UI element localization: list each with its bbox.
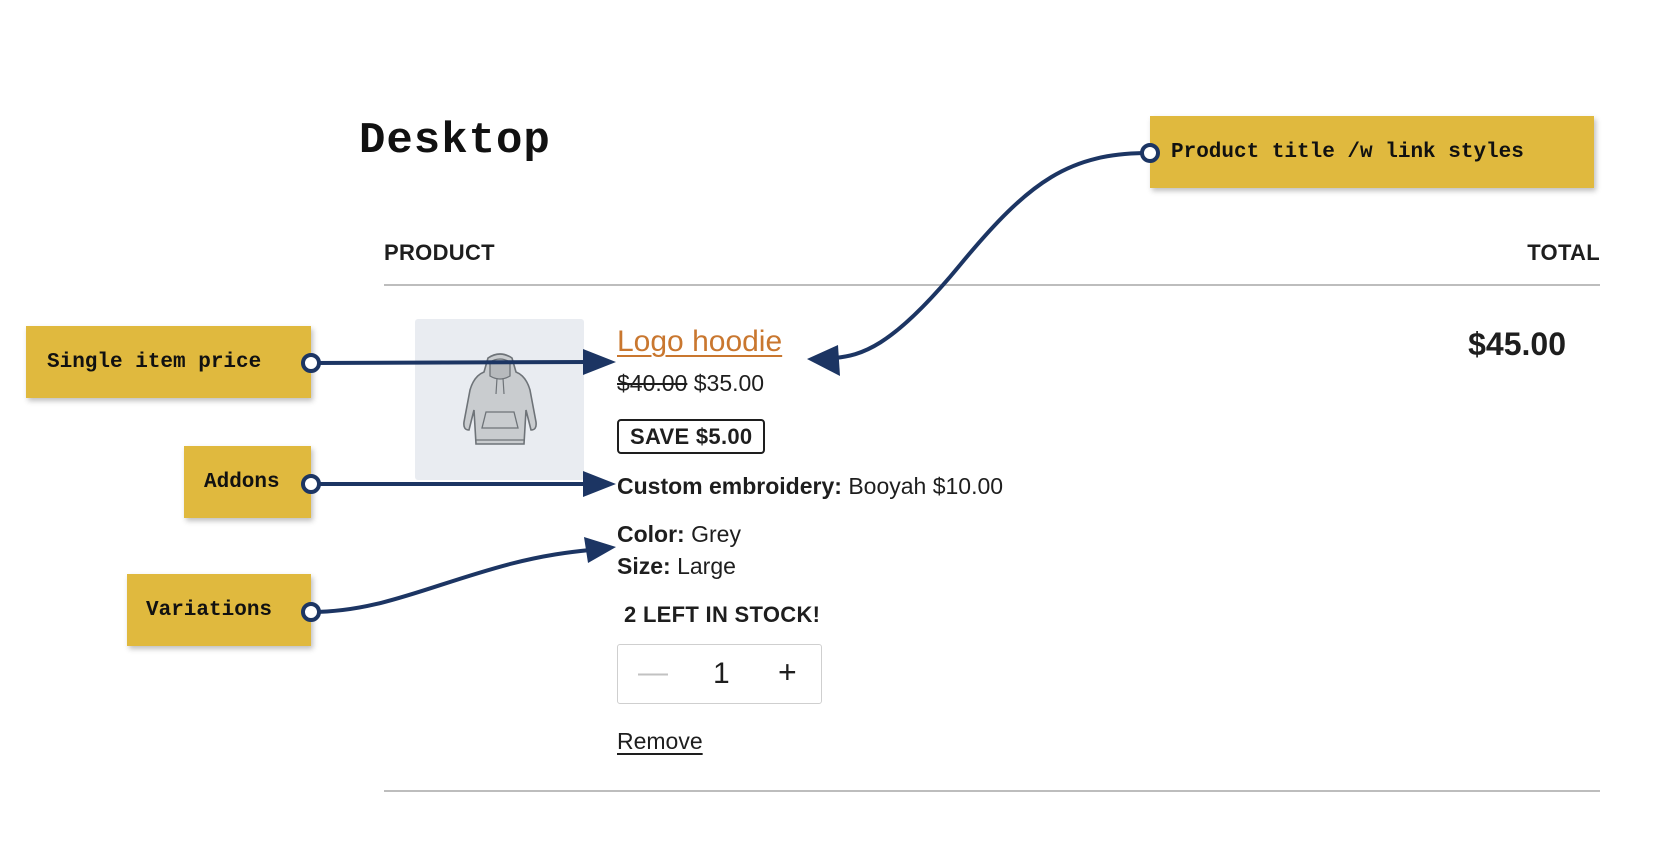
callout-product-title: Product title /w link styles bbox=[1150, 116, 1594, 188]
single-item-price: $40.00 $35.00 bbox=[617, 370, 764, 397]
variation-label: Size: bbox=[617, 553, 671, 579]
callout-variations: Variations bbox=[127, 574, 311, 646]
variation-size: Size: Large bbox=[617, 553, 736, 580]
addon-line: Custom embroidery: Booyah $10.00 bbox=[617, 473, 1003, 500]
arrowhead-addons bbox=[583, 471, 616, 497]
product-thumbnail[interactable] bbox=[415, 319, 584, 480]
callout-label: Addons bbox=[204, 470, 280, 494]
minus-icon[interactable]: — bbox=[638, 658, 668, 688]
variation-value: Grey bbox=[691, 521, 741, 547]
variation-color: Color: Grey bbox=[617, 521, 741, 548]
arrowhead-single-price bbox=[583, 349, 616, 375]
callout-label: Single item price bbox=[47, 350, 262, 374]
row-divider bbox=[384, 790, 1600, 792]
arrowhead-variations bbox=[584, 537, 616, 563]
callout-single-item-price: Single item price bbox=[26, 326, 311, 398]
original-price: $40.00 bbox=[617, 370, 688, 396]
arrow-variations bbox=[310, 548, 591, 614]
plus-icon[interactable]: + bbox=[778, 656, 797, 688]
addon-value: Booyah $10.00 bbox=[848, 473, 1004, 499]
variation-label: Color: bbox=[617, 521, 685, 547]
quantity-input[interactable]: 1 bbox=[713, 659, 730, 689]
sale-price: $35.00 bbox=[693, 370, 765, 396]
quantity-stepper: — 1 + bbox=[617, 644, 822, 704]
hoodie-image bbox=[462, 352, 537, 445]
column-header-total: TOTAL bbox=[1527, 240, 1600, 265]
product-title-link[interactable]: Logo hoodie bbox=[617, 325, 782, 359]
callout-addons: Addons bbox=[184, 446, 311, 518]
variation-value: Large bbox=[677, 553, 736, 579]
callout-label: Variations bbox=[146, 598, 273, 622]
arrow-product-title bbox=[834, 151, 1151, 360]
header-divider bbox=[384, 284, 1600, 286]
line-total: $45.00 bbox=[1468, 326, 1566, 362]
callout-label: Product title /w link styles bbox=[1171, 140, 1524, 164]
addon-label: Custom embroidery: bbox=[617, 473, 842, 499]
arrowhead-product-title bbox=[807, 345, 840, 376]
column-header-product: PRODUCT bbox=[384, 240, 495, 265]
remove-link[interactable]: Remove bbox=[617, 728, 703, 755]
save-badge: SAVE $5.00 bbox=[617, 419, 766, 454]
stock-notice: 2 LEFT IN STOCK! bbox=[624, 602, 821, 627]
page-title: Desktop bbox=[359, 116, 551, 166]
